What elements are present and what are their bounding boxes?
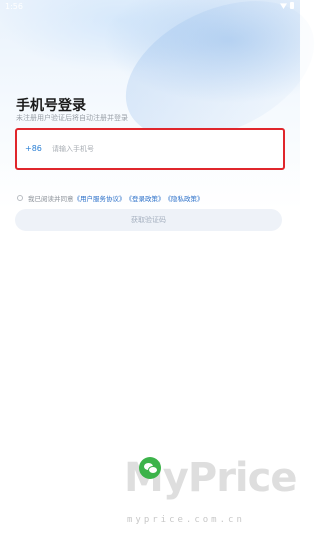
- wechat-bubble-small: [148, 466, 158, 474]
- country-code-selector[interactable]: +86: [25, 144, 42, 153]
- status-time: 1:56: [5, 2, 23, 11]
- wifi-icon: [280, 3, 287, 9]
- wechat-login-icon[interactable]: [139, 457, 161, 479]
- get-code-button[interactable]: 获取验证码: [15, 209, 282, 231]
- phone-input-box[interactable]: +86: [15, 128, 285, 170]
- login-policy-link[interactable]: 《登录政策》: [126, 193, 165, 203]
- status-bar: 1:56: [0, 0, 300, 14]
- status-icons: [280, 2, 294, 9]
- phone-number-input[interactable]: [52, 140, 272, 158]
- battery-icon: [290, 2, 294, 9]
- user-service-agreement-link[interactable]: 《用户服务协议》: [74, 193, 126, 203]
- page-subtitle: 未注册用户验证后将自动注册并登录: [16, 114, 128, 122]
- agreement-checkbox[interactable]: [17, 195, 23, 201]
- agreement-row: 我已阅读并同意 《用户服务协议》 《登录政策》 《隐私政策》: [17, 193, 204, 203]
- agreement-text: 我已阅读并同意: [28, 195, 74, 203]
- privacy-policy-link[interactable]: 《隐私政策》: [165, 193, 204, 203]
- page-title: 手机号登录: [16, 98, 86, 114]
- watermark-url: myprice.com.cn: [127, 515, 245, 525]
